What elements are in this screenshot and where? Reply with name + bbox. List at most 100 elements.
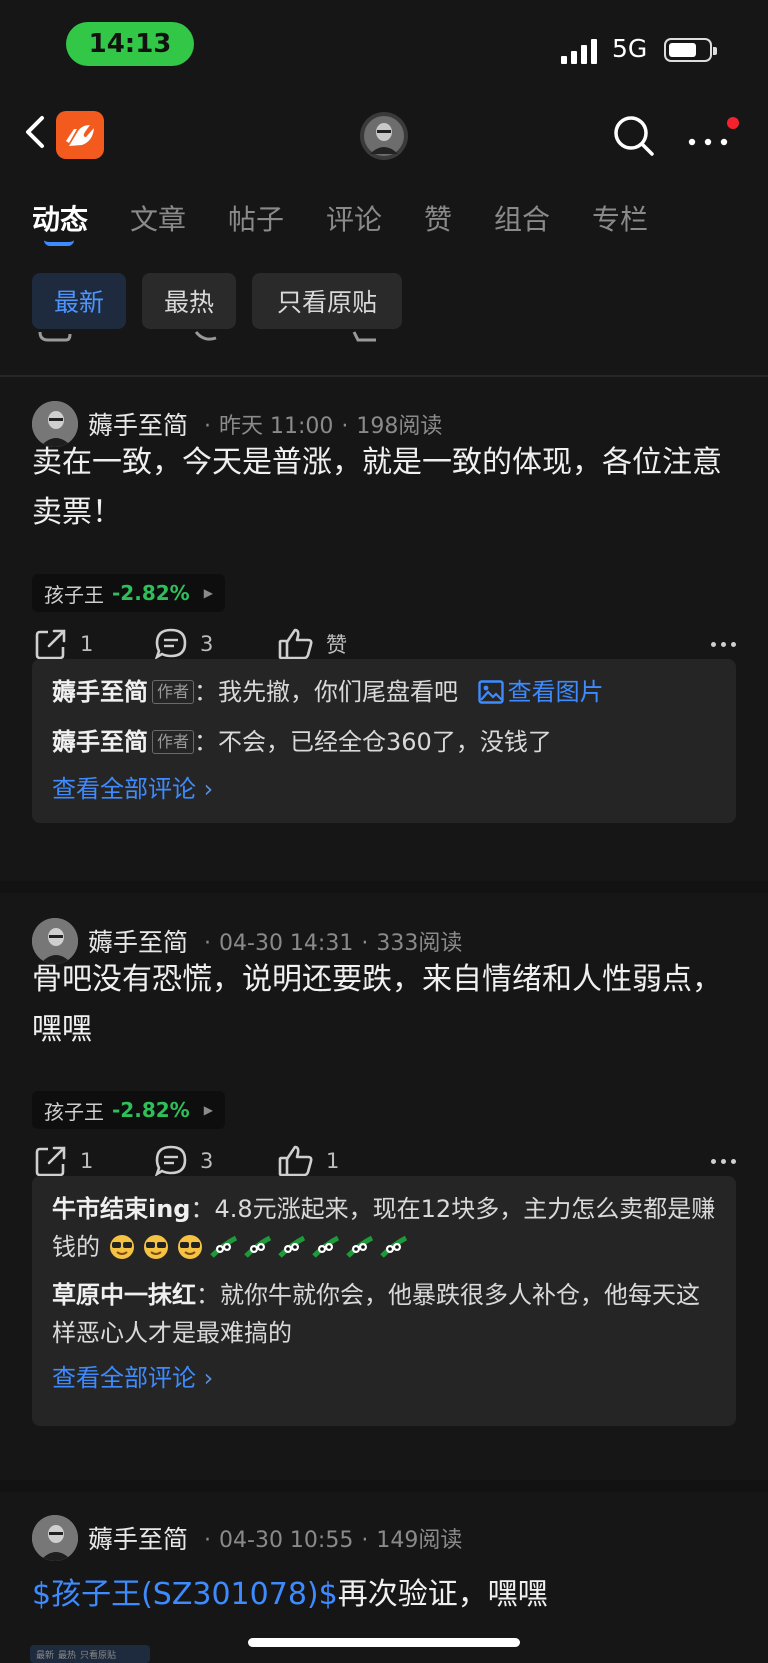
comment-text: 不会，已经全仓360了，没钱了 — [218, 728, 552, 756]
commenter-name[interactable]: 薅手至简 — [52, 678, 148, 706]
leek-emoji-icon — [209, 1235, 237, 1258]
stock-mention-link[interactable]: $孩子王(SZ301078)$ — [32, 1577, 338, 1612]
stock-tag[interactable]: 孩子王 -2.82% ▶ — [32, 574, 225, 612]
post-time: 04-30 14:31 — [219, 931, 354, 956]
signal-icon — [561, 38, 597, 64]
post-body-text: 再次验证，嘿嘿 — [337, 1577, 548, 1612]
previous-post-actions — [38, 331, 376, 342]
author-avatar[interactable] — [32, 1515, 78, 1561]
comment-item[interactable]: 薅手至简 作者 ：不会，已经全仓360了，没钱了 — [52, 723, 716, 761]
notification-dot — [727, 117, 739, 129]
network-label: 5G — [612, 34, 648, 63]
status-time: 14:13 — [66, 22, 194, 66]
profile-tabs: 动态 文章 帖子 评论 赞 组合 专栏 — [0, 190, 768, 248]
post-time: 昨天 11:00 — [219, 414, 334, 439]
leek-emoji-icon — [379, 1235, 407, 1258]
tab-comments[interactable]: 评论 — [326, 198, 382, 238]
comment-text: 我先撤，你们尾盘看吧 — [218, 678, 459, 706]
author-name[interactable]: 薅手至简 — [88, 406, 188, 442]
thumbs-up-icon — [278, 628, 313, 660]
comment-count: 3 — [200, 1149, 214, 1173]
comment-item[interactable]: 草原中一抹红：就你牛就你会，他暴跌很多人补仓，他每天这样恶心人才是最难搞的 — [52, 1276, 716, 1352]
post-separator — [0, 881, 768, 893]
leek-emoji-icon — [345, 1235, 373, 1258]
thumb-label: 最新 — [36, 1650, 55, 1661]
author-badge: 作者 — [152, 730, 195, 754]
leek-emoji-icon — [277, 1235, 305, 1258]
share-icon — [35, 1146, 66, 1177]
comment-preview: 薅手至简 作者 ：我先撤，你们尾盘看吧 查看图片 薅手至简 作者 ：不会，已经全仓360… — [32, 659, 736, 823]
post-reads: 198阅读 — [356, 414, 443, 439]
filter-chips: 最新 最热 只看原贴 — [0, 273, 768, 329]
comment-item[interactable]: 薅手至简 作者 ：我先撤，你们尾盘看吧 查看图片 — [52, 673, 716, 711]
tab-posts[interactable]: 帖子 — [228, 198, 284, 238]
image-icon — [477, 680, 504, 704]
chevron-right-icon: › — [203, 1364, 214, 1392]
battery-icon — [664, 38, 717, 62]
comment-preview: 牛市结束ing：4.8元涨起来，现在12块多，主力怎么卖都是赚钱的 草原中一抹红… — [32, 1176, 736, 1426]
post-body[interactable]: 骨吧没有恐慌，说明还要跌，来自情绪和人性弱点，嘿嘿 — [32, 955, 742, 1055]
post-meta: · 昨天 11:00 · 198阅读 — [204, 414, 443, 439]
tab-portfolio[interactable]: 组合 — [494, 198, 550, 238]
tab-dynamics[interactable]: 动态 — [32, 198, 88, 238]
tab-likes[interactable]: 赞 — [424, 198, 452, 238]
post-separator — [0, 1480, 768, 1492]
thumbs-up-icon — [278, 1145, 313, 1177]
sunglasses-emoji-icon — [109, 1235, 134, 1259]
comment-item[interactable]: 牛市结束ing：4.8元涨起来，现在12块多，主力怎么卖都是赚钱的 — [52, 1190, 716, 1266]
comment-count: 3 — [200, 632, 214, 656]
author-badge: 作者 — [152, 680, 195, 704]
post-meta: · 04-30 14:31 · 333阅读 — [204, 931, 463, 956]
like-count: 赞 — [326, 633, 347, 657]
share-count: 1 — [80, 1149, 94, 1173]
stock-name: 孩子王 — [44, 1099, 104, 1124]
view-all-comments-link[interactable]: 查看全部评论 › — [52, 771, 716, 807]
active-tab-indicator — [44, 240, 74, 246]
post-body[interactable]: $孩子王(SZ301078)$再次验证，嘿嘿 — [32, 1570, 742, 1620]
post-reads: 149阅读 — [376, 1528, 463, 1553]
post-time: 04-30 10:55 — [219, 1528, 354, 1553]
tab-column[interactable]: 专栏 — [592, 198, 648, 238]
view-all-comments-link[interactable]: 查看全部评论 › — [52, 1360, 716, 1396]
stock-name: 孩子王 — [44, 582, 104, 607]
commenter-name[interactable]: 牛市结束ing — [52, 1195, 191, 1223]
chevron-right-icon: ▶ — [203, 1103, 213, 1117]
post-reads: 333阅读 — [376, 931, 463, 956]
thumb-label: 最热 — [58, 1650, 77, 1661]
thumb-label: 只看原贴 — [80, 1650, 117, 1661]
sunglasses-emoji-icon — [143, 1235, 168, 1259]
comment-icon — [154, 628, 187, 660]
chevron-right-icon: ▶ — [203, 586, 213, 600]
filter-latest[interactable]: 最新 — [32, 273, 126, 329]
app-logo-icon[interactable] — [56, 111, 104, 159]
sunglasses-emoji-icon — [177, 1235, 202, 1259]
like-count: 1 — [326, 1149, 340, 1173]
stock-change: -2.82% — [112, 1098, 190, 1122]
commenter-name[interactable]: 草原中一抹红 — [52, 1281, 196, 1309]
embedded-screenshot-thumbnail[interactable]: 最新 最热 只看原贴 — [30, 1645, 150, 1663]
author-name[interactable]: 薅手至简 — [88, 923, 188, 959]
comment-icon — [154, 1145, 187, 1177]
top-nav — [0, 96, 768, 172]
view-image-label: 查看图片 — [507, 678, 604, 706]
stock-change: -2.82% — [112, 581, 190, 605]
stock-tag[interactable]: 孩子王 -2.82% ▶ — [32, 1091, 225, 1129]
share-icon — [35, 629, 66, 660]
filter-hottest[interactable]: 最热 — [142, 273, 236, 329]
post-meta: · 04-30 10:55 · 149阅读 — [204, 1528, 463, 1553]
view-image-link[interactable]: 查看图片 — [466, 678, 604, 706]
user-avatar[interactable] — [360, 112, 408, 160]
filter-original-only[interactable]: 只看原贴 — [252, 273, 402, 329]
chevron-right-icon: › — [203, 775, 214, 803]
tab-articles[interactable]: 文章 — [130, 198, 186, 238]
author-name[interactable]: 薅手至简 — [88, 1520, 188, 1556]
back-icon[interactable] — [16, 108, 56, 156]
post-body[interactable]: 卖在一致，今天是普涨，就是一致的体现，各位注意卖票！ — [32, 438, 742, 538]
commenter-name[interactable]: 薅手至简 — [52, 728, 148, 756]
divider — [0, 375, 768, 377]
share-count: 1 — [80, 632, 94, 656]
post-header: 薅手至简 · 04-30 10:55 · 149阅读 — [32, 1514, 462, 1562]
home-indicator[interactable] — [248, 1638, 520, 1647]
search-icon[interactable] — [610, 112, 658, 160]
leek-emoji-icon — [311, 1235, 339, 1258]
